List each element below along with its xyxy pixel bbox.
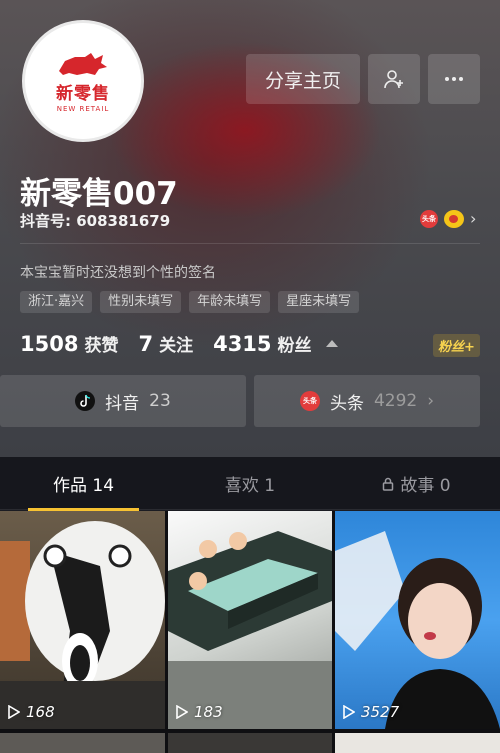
signature: 本宝宝暂时还没想到个性的签名 xyxy=(20,265,216,281)
video-thumbnail[interactable]: 183 xyxy=(168,511,332,729)
tab-likes-label: 喜欢 1 xyxy=(224,476,276,496)
video-thumbnail[interactable]: 3527 xyxy=(335,511,500,729)
expand-triangle-icon[interactable] xyxy=(325,340,338,347)
following-count: 7 xyxy=(138,332,154,356)
toutiao-link-icon: 头条 xyxy=(299,391,320,411)
video-thumbnail[interactable] xyxy=(168,733,332,753)
divider xyxy=(20,243,480,244)
tab-stories[interactable]: 故事 0 xyxy=(333,457,500,510)
play-count: 168 xyxy=(8,703,55,721)
rhino-logo-icon xyxy=(59,53,107,75)
likes-count: 1508 xyxy=(20,332,79,356)
tag-location: 浙江·嘉兴 xyxy=(20,291,93,313)
play-count: 183 xyxy=(176,703,223,721)
more-icon xyxy=(445,77,463,81)
weibo-icon xyxy=(444,209,464,228)
tab-stories-label: 故事 0 xyxy=(400,476,451,496)
fans-label: 粉丝 xyxy=(277,336,312,356)
video-grid: 168 183 3527 xyxy=(0,511,500,753)
linked-accounts[interactable]: 头条 › xyxy=(420,209,476,228)
tab-works-label: 作品 14 xyxy=(52,476,115,496)
play-icon xyxy=(8,705,20,719)
video-thumbnail[interactable]: 168 xyxy=(0,511,165,729)
tag-age: 年龄未填写 xyxy=(189,291,271,313)
content-tabs: 作品 14 喜欢 1 故事 0 xyxy=(0,457,500,511)
toutiao-link-count: 4292 xyxy=(373,391,418,411)
chevron-right-icon: › xyxy=(427,391,435,411)
avatar-logo-subtitle: NEW RETAIL xyxy=(56,105,110,113)
play-icon xyxy=(176,705,188,719)
profile-tags: 浙江·嘉兴 性别未填写 年龄未填写 星座未填写 xyxy=(20,291,360,313)
play-count: 3527 xyxy=(343,703,399,721)
toutiao-works-link[interactable]: 头条 头条 4292 › xyxy=(254,375,480,427)
add-user-icon xyxy=(384,70,403,89)
following-stat[interactable]: 7 关注 xyxy=(138,331,193,356)
fans-stat[interactable]: 4315 粉丝 xyxy=(213,331,311,356)
likes-label: 获赞 xyxy=(84,336,119,356)
more-options-button[interactable] xyxy=(428,54,480,104)
douyin-id[interactable]: 抖音号: 608381679 xyxy=(20,210,170,231)
video-thumbnail[interactable] xyxy=(0,733,165,753)
lock-icon xyxy=(383,477,394,491)
profile-name: 新零售007 xyxy=(20,176,178,212)
toutiao-icon: 头条 xyxy=(420,209,438,228)
profile-stats: 1508 获赞 7 关注 4315 粉丝 xyxy=(20,331,338,356)
following-label: 关注 xyxy=(159,336,194,356)
douyin-icon xyxy=(75,391,96,411)
share-profile-button[interactable]: 分享主页 xyxy=(246,54,360,104)
fan-group-badge[interactable]: 粉丝+ xyxy=(433,334,480,357)
tab-works[interactable]: 作品 14 xyxy=(0,457,167,511)
add-friend-button[interactable] xyxy=(368,54,420,104)
play-count-value: 168 xyxy=(26,703,55,721)
chevron-right-icon: › xyxy=(470,209,477,228)
douyin-works-link[interactable]: 抖音 23 xyxy=(0,375,246,427)
product-display-image xyxy=(168,531,332,729)
avatar[interactable]: 新零售 NEW RETAIL xyxy=(22,20,144,142)
person-image xyxy=(335,531,500,729)
douyin-link-count: 23 xyxy=(149,391,171,411)
toutiao-link-label: 头条 xyxy=(329,393,364,414)
tab-likes[interactable]: 喜欢 1 xyxy=(167,457,333,510)
play-icon xyxy=(343,705,355,719)
play-count-value: 3527 xyxy=(361,703,400,721)
likes-stat[interactable]: 1508 获赞 xyxy=(20,331,118,356)
tag-gender: 性别未填写 xyxy=(100,291,182,313)
fans-count: 4315 xyxy=(213,332,272,356)
avatar-logo-text: 新零售 xyxy=(56,84,110,104)
mascot-image xyxy=(0,521,165,729)
douyin-link-label: 抖音 xyxy=(105,393,140,414)
play-count-value: 183 xyxy=(194,703,223,721)
video-thumbnail[interactable] xyxy=(335,733,500,753)
tag-zodiac: 星座未填写 xyxy=(278,291,360,313)
